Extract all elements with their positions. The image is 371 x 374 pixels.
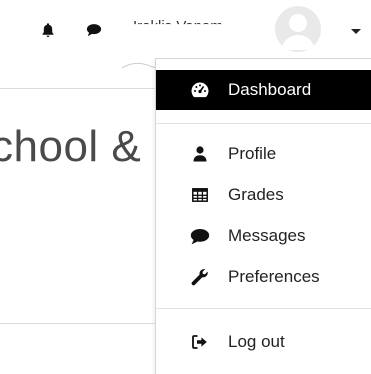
- menu-item-label: Preferences: [228, 267, 320, 286]
- menu-item-messages[interactable]: Messages: [156, 216, 371, 256]
- user-dropdown-menu: Dashboard Profile Grades Messages Prefer…: [155, 58, 371, 374]
- menu-item-label: Grades: [228, 185, 284, 204]
- chat-icon[interactable]: [86, 22, 102, 38]
- sign-out-icon: [190, 332, 210, 352]
- menu-item-label: Log out: [228, 332, 285, 351]
- bg-divider: [0, 88, 160, 89]
- chevron-down-icon[interactable]: [351, 29, 361, 34]
- menu-item-profile[interactable]: Profile: [156, 134, 371, 174]
- menu-item-label: Dashboard: [228, 80, 312, 99]
- tachometer-icon: [190, 80, 210, 100]
- page-title: chool &: [0, 122, 142, 171]
- menu-item-label: Profile: [228, 144, 277, 163]
- menu-item-grades[interactable]: Grades: [156, 175, 371, 215]
- user-avatar-icon: [281, 14, 315, 50]
- table-icon: [190, 185, 210, 205]
- bg-divider: [0, 323, 160, 324]
- wrench-icon: [190, 267, 210, 287]
- avatar[interactable]: [275, 6, 321, 52]
- menu-item-label: Messages: [228, 226, 306, 245]
- user-icon: [190, 144, 210, 164]
- menu-divider: [156, 123, 371, 124]
- top-navbar: Iraklis Vanam: [0, 0, 371, 62]
- menu-divider: [156, 308, 371, 309]
- comment-icon: [190, 226, 210, 246]
- user-name[interactable]: Iraklis Vanam: [133, 15, 223, 24]
- menu-item-preferences[interactable]: Preferences: [156, 257, 371, 297]
- menu-item-logout[interactable]: Log out: [156, 322, 371, 362]
- menu-item-dashboard[interactable]: Dashboard: [156, 70, 371, 110]
- bell-icon[interactable]: [40, 22, 56, 38]
